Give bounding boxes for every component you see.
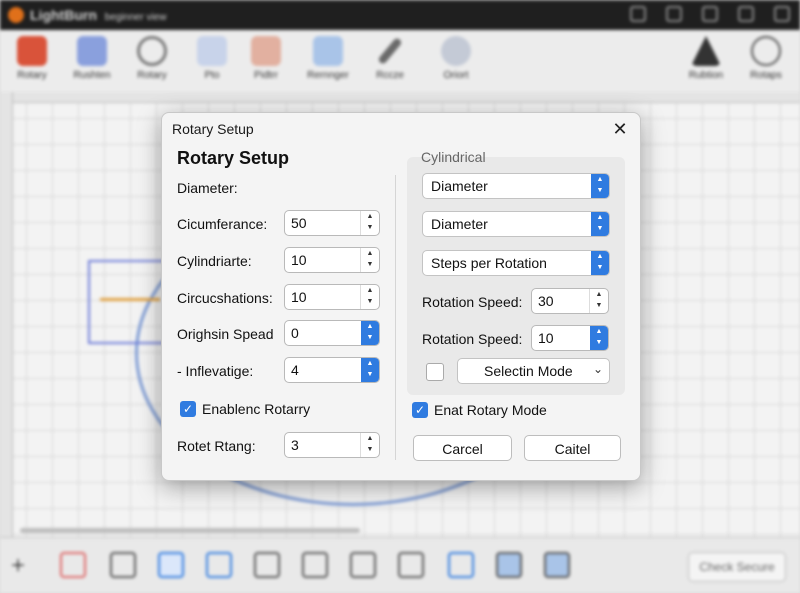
toolbar-item-8[interactable]: Oriort [426, 36, 486, 81]
spin-arrows-icon[interactable]: ▲ ▼ [360, 433, 379, 457]
rotet-label: Rotet Rtang: [177, 438, 256, 454]
ruler-top [0, 92, 800, 103]
window-controls [630, 6, 790, 22]
circucshations-spinbox[interactable]: 10 ▲ ▼ [284, 284, 380, 310]
chat-icon [751, 36, 781, 66]
rotation-speed-label-2: Rotation Speed: [422, 331, 523, 347]
check-secure-button[interactable]: Check Secure [688, 552, 786, 582]
field-label: Cicumferance: [177, 216, 268, 232]
app-subtitle: beginner view [104, 12, 167, 23]
toolbar-item-7[interactable]: Rccze [360, 36, 420, 81]
chevron-updown-icon: ▲ ▼ [591, 251, 609, 275]
grid-icon [251, 36, 281, 66]
toolbar-item-4[interactable]: Pto [182, 36, 242, 81]
rotary-icon [17, 36, 47, 66]
spin-arrows-icon[interactable]: ▲ ▼ [360, 248, 379, 272]
ruler-left [0, 92, 13, 537]
caitel-button[interactable]: Caitel [524, 435, 621, 461]
cylinder-spinbox[interactable]: 10 ▲ ▼ [284, 247, 380, 273]
diameter-select-1[interactable]: Diameter ▲ ▼ [422, 173, 610, 199]
toolbar-item-5[interactable]: Pidtrr [236, 36, 296, 81]
text-tool-icon[interactable] [254, 552, 280, 578]
toolbar-item-9[interactable]: Rubtion [676, 36, 736, 81]
spin-arrows-icon[interactable]: ▲ ▼ [361, 358, 379, 382]
spin-arrows-icon[interactable]: ▲ ▼ [361, 321, 379, 345]
toolbar-item-2[interactable]: Rushten [62, 36, 122, 81]
edit-icon[interactable] [702, 6, 718, 22]
origin-speed-spinbox[interactable]: 0 ▲ ▼ [284, 320, 380, 346]
window-icon [313, 36, 343, 66]
field-label: Circucshations: [177, 290, 273, 306]
camera-tool-icon[interactable] [448, 552, 474, 578]
lightburn-logo-icon [8, 7, 24, 23]
horizontal-scrollbar[interactable] [20, 528, 360, 533]
chevron-updown-icon: ▲ ▼ [591, 174, 609, 198]
title-bar: LightBurn beginner view [0, 0, 800, 30]
inflevatige-spinbox[interactable]: 4 ▲ ▼ [284, 357, 380, 383]
dialog-title: Rotary Setup [172, 121, 254, 137]
pencil-icon[interactable] [60, 552, 86, 578]
field-label: - Inflevatige: [177, 363, 254, 379]
steps-per-rotation-select[interactable]: Steps per Rotation ▲ ▼ [422, 250, 610, 276]
enable-rotary-label: Enablenc Rotarry [202, 401, 311, 417]
spin-arrows-icon[interactable]: ▲ ▼ [590, 326, 608, 350]
enat-rotary-label: Enat Rotary Mode [434, 402, 547, 418]
circumference-spinbox[interactable]: 50 ▲ ▼ [284, 210, 380, 236]
circle-slash-icon [137, 36, 167, 66]
diameter-label: Diameter: [177, 180, 238, 196]
field-label: Orighsin Spead [177, 326, 274, 342]
field-label: Cylindriarte: [177, 253, 252, 269]
column-divider [395, 175, 396, 460]
minimize-icon[interactable] [630, 6, 646, 22]
rotation-speed-label-1: Rotation Speed: [422, 294, 523, 310]
arrow-up-icon [691, 36, 721, 66]
mirror-tool-icon[interactable] [302, 552, 328, 578]
chevron-updown-icon: ▲ ▼ [591, 212, 609, 236]
restore-icon[interactable] [666, 6, 682, 22]
rotet-spinbox[interactable]: 3 ▲ ▼ [284, 432, 380, 458]
shape-tool-icon[interactable] [350, 552, 376, 578]
enable-rotary-checkbox[interactable]: ✓ [180, 401, 196, 417]
spin-arrows-icon[interactable]: ▲ ▼ [589, 289, 608, 313]
canvas-line-shape[interactable] [100, 298, 160, 301]
toolbar-item-6[interactable]: Rernnger [298, 36, 358, 81]
toolbar-item-10[interactable]: Rotaps [736, 36, 796, 81]
spin-arrows-icon[interactable]: ▲ ▼ [360, 211, 379, 235]
node-edit-icon[interactable] [110, 552, 136, 578]
toolbar-item-rotary[interactable]: Rotary [2, 36, 62, 81]
frame-tool-icon[interactable] [398, 552, 424, 578]
close-window-icon[interactable] [774, 6, 790, 22]
rotation-speed-spinbox-2[interactable]: 10 ▲ ▼ [531, 325, 609, 351]
window-tool-icon[interactable] [544, 552, 570, 578]
refresh-icon[interactable] [738, 6, 754, 22]
selection-mode-select[interactable]: Selectin Mode ⌄ [457, 358, 610, 384]
pin-icon [197, 36, 227, 66]
enat-rotary-checkbox[interactable]: ✓ [412, 402, 428, 418]
section-heading: Rotary Setup [177, 148, 290, 168]
rotation-speed-spinbox-1[interactable]: 30 ▲ ▼ [531, 288, 609, 314]
add-icon[interactable]: ＋ [10, 552, 36, 578]
select-tool-icon[interactable] [158, 552, 184, 578]
close-icon[interactable]: ✕ [610, 119, 630, 140]
bottom-toolbar: ＋ Check Secure [0, 537, 800, 593]
app-title: LightBurn [30, 7, 97, 23]
mode-checkbox[interactable] [426, 363, 444, 381]
line-tool-icon[interactable] [206, 552, 232, 578]
pen-icon [377, 36, 403, 66]
chevron-down-icon: ⌄ [592, 362, 603, 376]
group-title: Cylindrical [421, 149, 486, 165]
preview-tool-icon[interactable] [496, 552, 522, 578]
rotary-setup-dialog: Rotary Setup ✕ Rotary Setup Diameter: Ci… [161, 112, 641, 481]
diameter-select-2[interactable]: Diameter ▲ ▼ [422, 211, 610, 237]
spin-arrows-icon[interactable]: ▲ ▼ [360, 285, 379, 309]
toolbar-item-3[interactable]: Rotary [122, 36, 182, 81]
gear-icon [441, 36, 471, 66]
image-icon [77, 36, 107, 66]
main-toolbar: Rotary Rushten Rotary Pto Pidtrr Rernnge… [0, 30, 800, 93]
cancel-button[interactable]: Carcel [413, 435, 512, 461]
